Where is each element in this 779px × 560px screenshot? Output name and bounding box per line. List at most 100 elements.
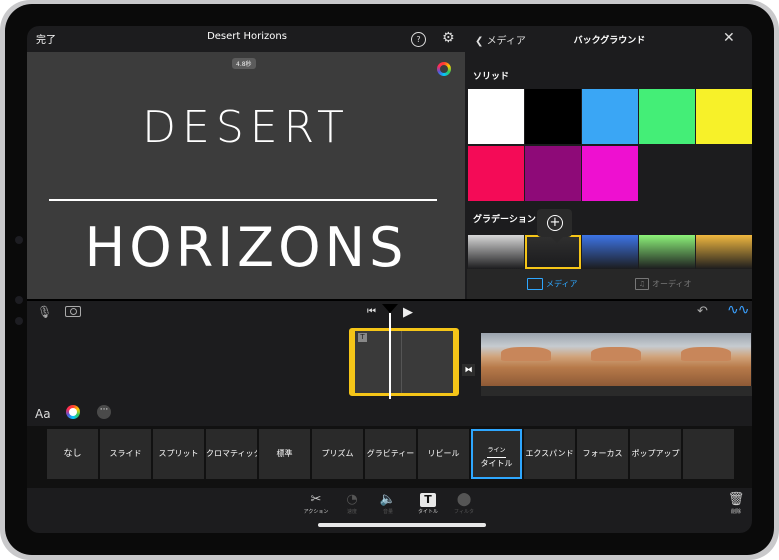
- clip-frame-divider: [401, 331, 402, 393]
- toolbar-speaker-button[interactable]: 🔈 音量: [368, 492, 408, 515]
- background-panel: ❮ メディア バックグラウンド ✕ ソリッド グラデーション + メディア ♫ オ…: [467, 26, 752, 299]
- music-note-icon: ♫: [635, 278, 649, 290]
- title-style-12[interactable]: ポップアップ: [630, 429, 681, 479]
- add-background-button[interactable]: +: [537, 209, 572, 237]
- toolbar-label: 速度: [346, 509, 357, 515]
- solid-swatch[interactable]: [525, 89, 581, 144]
- title-style-5[interactable]: 標準: [259, 429, 310, 479]
- panel-title: バックグラウンド: [573, 36, 646, 46]
- title-style-label: ライン: [487, 445, 506, 458]
- title-style-sublabel: タイトル: [480, 459, 513, 468]
- audio-strip: [481, 386, 752, 396]
- title-style-6[interactable]: プリズム: [312, 429, 363, 479]
- play-button[interactable]: ▶: [403, 305, 413, 320]
- video-clip[interactable]: [481, 333, 752, 386]
- speedometer-icon: ◔: [346, 492, 358, 507]
- toolbar-title-button[interactable]: T タイトル: [408, 492, 448, 515]
- title-style-1[interactable]: なし: [47, 429, 98, 479]
- title-style-2[interactable]: スライド: [100, 429, 151, 479]
- title-divider: [49, 199, 437, 201]
- color-wheel-icon[interactable]: [437, 62, 451, 76]
- title-style-label: なし: [63, 449, 82, 459]
- sensor-dot: [15, 296, 23, 304]
- more-options-icon[interactable]: ···: [97, 405, 111, 419]
- video-frame: [661, 333, 751, 386]
- solid-swatch[interactable]: [525, 146, 581, 201]
- text-color-icon[interactable]: [66, 405, 80, 419]
- close-icon[interactable]: ✕: [723, 30, 735, 46]
- help-icon[interactable]: ?: [411, 32, 426, 47]
- done-button[interactable]: 完了: [36, 31, 56, 46]
- title-style-label: ポップアップ: [631, 449, 680, 458]
- tab-media-label: メディア: [546, 279, 578, 289]
- camera-icon[interactable]: [65, 306, 81, 317]
- project-title: Desert Horizons: [207, 31, 287, 42]
- filter-icon: ⬤: [456, 492, 472, 507]
- title-style-7[interactable]: グラビティー: [365, 429, 416, 479]
- duration-badge: 4.8秒: [232, 58, 256, 69]
- gradient-swatch[interactable]: [468, 235, 524, 269]
- gradient-swatch[interactable]: [639, 235, 695, 269]
- title-icon: T: [408, 492, 448, 508]
- toolbar-scissors-button[interactable]: ✂ アクション: [296, 492, 336, 515]
- title-style-bar: [27, 399, 752, 426]
- back-label: メディア: [486, 36, 526, 47]
- title-line-2[interactable]: HORIZONS: [27, 218, 465, 278]
- back-button[interactable]: ❮ メディア: [475, 32, 526, 47]
- title-style-label: フォーカス: [582, 449, 623, 458]
- divider: [27, 299, 752, 301]
- scissors-icon: ✂: [310, 492, 322, 507]
- solid-section-label: ソリッド: [473, 72, 510, 82]
- gradient-swatch[interactable]: [696, 235, 752, 269]
- title-style-11[interactable]: フォーカス: [577, 429, 628, 479]
- title-style-3[interactable]: スプリット: [153, 429, 204, 479]
- solid-swatch[interactable]: [582, 89, 638, 144]
- panel-header: ❮ メディア バックグラウンド ✕: [467, 26, 752, 52]
- media-tabs: メディア ♫ オーディオ: [467, 269, 752, 299]
- title-style-4[interactable]: クロマティック: [206, 429, 257, 479]
- toolbar-label: タイトル: [417, 509, 438, 515]
- title-style-label: クロマティック: [206, 449, 257, 458]
- font-button[interactable]: Aa: [35, 407, 51, 421]
- title-style-13[interactable]: [683, 429, 734, 479]
- transition-icon[interactable]: ⧓: [462, 364, 475, 376]
- gradient-swatch[interactable]: [582, 235, 638, 269]
- gear-icon[interactable]: ⚙: [442, 30, 455, 46]
- speaker-icon: 🔈: [379, 492, 397, 507]
- plus-icon: +: [547, 215, 563, 231]
- home-indicator: [318, 523, 486, 527]
- video-frame: [481, 333, 571, 386]
- waveform-icon[interactable]: ∿∿: [727, 302, 749, 318]
- microphone-icon[interactable]: 🎙: [37, 305, 52, 319]
- sensor-dot: [15, 317, 23, 325]
- delete-button[interactable]: 🗑 削除: [721, 492, 751, 515]
- solid-swatch[interactable]: [582, 146, 638, 201]
- solid-swatch[interactable]: [696, 89, 752, 144]
- tab-media[interactable]: メディア: [527, 278, 577, 290]
- toolbar-filter-button[interactable]: ⬤ フィルタ: [444, 492, 484, 515]
- skip-to-start-icon[interactable]: ⏮: [367, 306, 376, 317]
- video-frame: [571, 333, 661, 386]
- playhead-marker[interactable]: [382, 304, 398, 313]
- undo-icon[interactable]: ↶: [697, 304, 708, 319]
- title-style-label: 標準: [276, 449, 293, 458]
- toolbar-label: アクション: [303, 509, 329, 515]
- video-viewer[interactable]: 4.8秒 DESERT HORIZONS: [27, 52, 465, 299]
- title-style-10[interactable]: エクスパンド: [524, 429, 575, 479]
- title-style-label: スプリット: [158, 449, 199, 458]
- toolbar-speedometer-button[interactable]: ◔ 速度: [332, 492, 372, 515]
- tab-audio-label: オーディオ: [652, 279, 692, 289]
- solid-swatch[interactable]: [468, 89, 524, 144]
- title-clip[interactable]: T: [349, 328, 459, 396]
- tab-audio[interactable]: ♫ オーディオ: [635, 278, 691, 290]
- app-screen: 完了 Desert Horizons ? ⚙ 4.8秒 DESERT HORIZ…: [27, 26, 752, 533]
- trash-icon: 🗑: [727, 492, 745, 507]
- title-style-label: エクスパンド: [525, 449, 574, 458]
- title-clip-badge-icon: T: [358, 333, 367, 342]
- solid-swatch[interactable]: [468, 146, 524, 201]
- solid-swatch[interactable]: [639, 89, 695, 144]
- title-style-9[interactable]: ライン タイトル: [471, 429, 522, 479]
- playhead[interactable]: [389, 313, 391, 399]
- title-line-1[interactable]: DESERT: [27, 100, 465, 156]
- title-style-8[interactable]: リビール: [418, 429, 469, 479]
